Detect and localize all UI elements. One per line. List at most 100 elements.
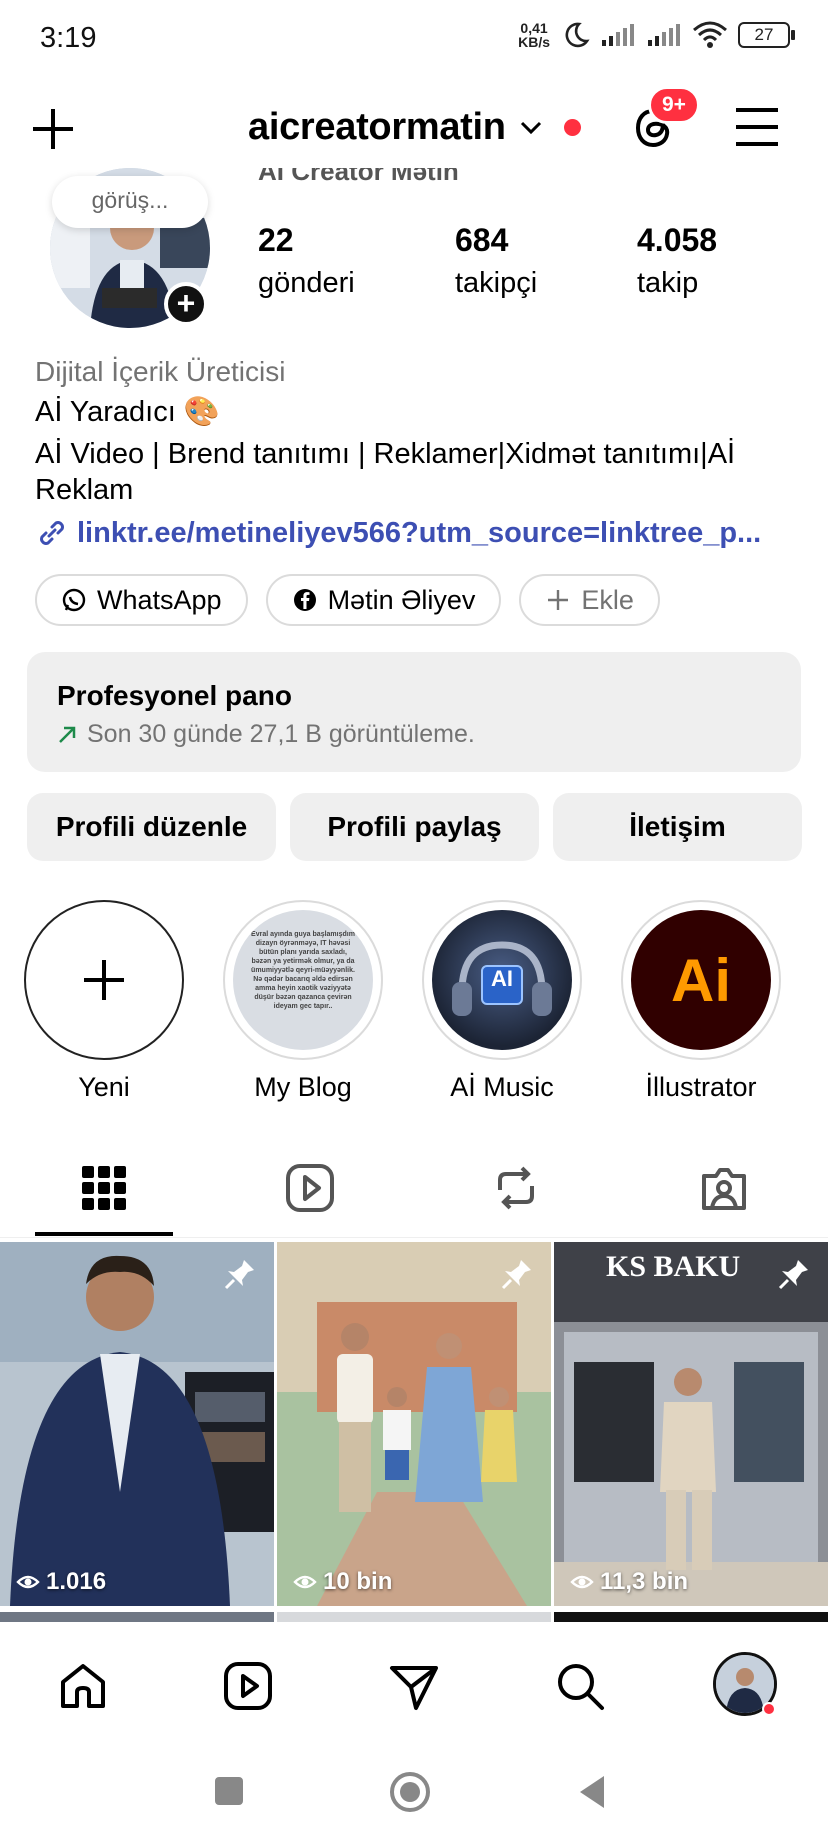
grid-icon[interactable] (74, 1158, 134, 1218)
highlight-ai-music[interactable]: AI Aİ Music (422, 900, 582, 1103)
stat-following-label: takip (637, 267, 699, 299)
plus-icon (84, 960, 124, 1000)
moon-icon (565, 22, 590, 48)
highlight-new[interactable]: Yeni (24, 900, 184, 1103)
add-story-button[interactable]: + (164, 282, 208, 326)
stat-posts-value: 22 (258, 222, 294, 258)
plus-icon[interactable] (30, 106, 76, 152)
add-link-chip[interactable]: Ekle (519, 574, 660, 626)
bottom-navigation (0, 1632, 828, 1742)
home-icon[interactable] (55, 1658, 111, 1714)
bio-category: Dijital İçerik Üreticisi (35, 356, 286, 387)
dashboard-title: Profesyonel pano (57, 680, 292, 711)
highlight-ring: Evral ayında guya başlamışdım dizayn öyr… (223, 900, 383, 1060)
bio-link[interactable]: linktr.ee/metineliyev566?utm_source=link… (35, 516, 795, 550)
post-sign-text: KS BAKU (606, 1250, 741, 1283)
post-tile[interactable]: KS BAKU 11,3 bin (554, 1242, 828, 1606)
contact-button[interactable]: İletişim (553, 793, 802, 861)
unread-dot (563, 119, 581, 136)
wifi-icon (693, 21, 727, 48)
dashboard-subtitle-text: Son 30 günde 27,1 B görüntüleme. (87, 720, 475, 748)
professional-dashboard[interactable]: Profesyonel pano Son 30 günde 27,1 B gör… (27, 652, 801, 772)
whatsapp-icon (62, 588, 86, 612)
chevron-down-icon (520, 121, 541, 134)
stat-posts-label: gönderi (258, 267, 355, 299)
highlight-cover-music: AI (432, 910, 572, 1050)
stat-following-value: 4.058 (637, 222, 718, 258)
eye-icon (570, 1575, 594, 1589)
highlight-illustrator[interactable]: Ai İllustrator (621, 900, 781, 1103)
pin-icon (224, 1260, 254, 1290)
tabs-divider (0, 1237, 828, 1238)
highlight-label: My Blog (254, 1072, 352, 1102)
edit-profile-button[interactable]: Profili düzenle (27, 793, 276, 861)
whatsapp-chip[interactable]: WhatsApp (35, 574, 248, 626)
highlight-ring: Ai (621, 900, 781, 1060)
search-icon[interactable] (552, 1658, 608, 1714)
story-highlights: Yeni Evral ayında guya başlamışdım dizay… (0, 900, 828, 1103)
post-views-count: 1.016 (46, 1568, 107, 1595)
activity-dot (762, 1702, 776, 1716)
profile-bio: Dijital İçerik Üreticisi Aİ Yaradıcı 🎨 A… (35, 356, 795, 550)
profile-actions: Profili düzenle Profili paylaş İletişim (27, 793, 802, 861)
reels-icon[interactable] (280, 1158, 340, 1218)
facebook-chip[interactable]: Mətin Əliyev (265, 574, 502, 626)
system-navigation (0, 1742, 828, 1840)
post-image (0, 1242, 274, 1606)
post-tile-partial[interactable] (277, 1612, 551, 1622)
profile-full-name: Aİ Creator Mətin (258, 168, 459, 186)
profile-note[interactable]: görüş... (52, 176, 208, 228)
bio-line-1: Aİ Yaradıcı 🎨 (35, 396, 220, 428)
notification-badge: 9+ (648, 86, 700, 124)
menu-icon[interactable] (734, 106, 780, 148)
highlight-cover-blog: Evral ayında guya başlamışdım dizayn öyr… (233, 910, 373, 1050)
post-image (554, 1242, 828, 1606)
active-tab-indicator (35, 1232, 173, 1236)
post-views: 11,3 bin (570, 1568, 688, 1596)
share-profile-button[interactable]: Profili paylaş (290, 793, 539, 861)
dashboard-subtitle: Son 30 günde 27,1 B görüntüleme. (57, 720, 771, 749)
plus-icon (548, 590, 569, 610)
pin-icon (501, 1260, 531, 1290)
contact-chips: WhatsApp Mətin Əliyev Ekle (35, 574, 660, 626)
account-switcher[interactable]: aicreatormatin (248, 106, 581, 149)
reposts-icon[interactable] (486, 1158, 546, 1218)
status-icons: 0,41 KB/s 27 (518, 20, 795, 50)
music-cover-text: AI (491, 966, 513, 991)
network-speed-unit: KB/s (518, 34, 550, 50)
network-speed-value: 0,41 (520, 20, 548, 36)
eye-icon (16, 1575, 40, 1589)
back-icon[interactable] (576, 1774, 608, 1810)
reels-icon[interactable] (220, 1658, 276, 1714)
trend-up-icon (59, 726, 76, 743)
stat-posts[interactable]: 22 gönderi (258, 222, 355, 300)
profile-tabs (0, 1148, 828, 1238)
post-tile[interactable]: 10 bin (277, 1242, 551, 1606)
battery-indicator: 27 (738, 22, 795, 48)
eye-icon (293, 1575, 317, 1589)
illustrator-cover-text: Ai (671, 946, 731, 1014)
stat-following[interactable]: 4.058 takip (637, 222, 717, 300)
whatsapp-chip-label: WhatsApp (97, 584, 222, 615)
signal-icon-2 (648, 24, 680, 46)
post-tile-partial[interactable] (554, 1612, 828, 1622)
messages-icon[interactable] (386, 1658, 442, 1714)
recent-apps-icon[interactable] (212, 1774, 246, 1808)
highlight-label: Yeni (78, 1072, 130, 1102)
pin-icon (778, 1260, 808, 1290)
post-views-count: 11,3 bin (600, 1568, 689, 1595)
stat-followers[interactable]: 684 takipçi (455, 222, 537, 300)
post-views: 1.016 (16, 1568, 106, 1596)
link-icon (40, 521, 64, 545)
status-bar: 3:19 0,41 KB/s 27 (0, 0, 828, 76)
post-tile[interactable]: 1.016 (0, 1242, 274, 1606)
tagged-icon[interactable] (694, 1158, 754, 1218)
post-tile-partial[interactable] (0, 1612, 274, 1622)
highlight-label: İllustrator (645, 1072, 757, 1102)
home-button-icon[interactable] (388, 1770, 432, 1814)
stat-followers-label: takipçi (455, 267, 538, 299)
status-time: 3:19 (40, 22, 97, 54)
stat-followers-value: 684 (455, 222, 509, 258)
highlight-my-blog[interactable]: Evral ayında guya başlamışdım dizayn öyr… (223, 900, 383, 1103)
network-speed: 0,41 KB/s (518, 21, 550, 49)
